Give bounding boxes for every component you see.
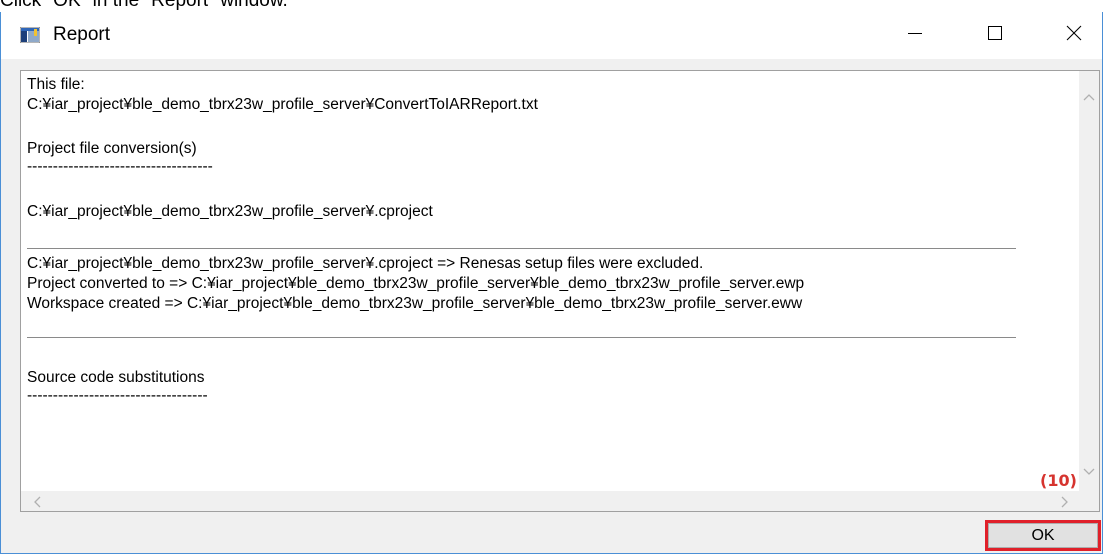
separator-line bbox=[27, 248, 1016, 249]
app-window-icon bbox=[19, 26, 41, 44]
ok-button[interactable]: OK bbox=[988, 523, 1098, 548]
scroll-right-icon[interactable] bbox=[1061, 496, 1069, 512]
instruction-text: Click "OK" in the "Report" window. bbox=[0, 0, 288, 11]
report-line: This file: bbox=[27, 76, 85, 93]
report-content: This file: C:¥iar_project¥ble_demo_tbrx2… bbox=[21, 71, 1079, 491]
window-title: Report bbox=[53, 24, 111, 45]
report-textbox[interactable]: This file: C:¥iar_project¥ble_demo_tbrx2… bbox=[20, 70, 1100, 512]
report-line: C:¥iar_project¥ble_demo_tbrx23w_profile_… bbox=[27, 255, 704, 272]
report-line: ----------------------------------- bbox=[27, 387, 208, 404]
report-line: Project converted to => C:¥iar_project¥b… bbox=[27, 275, 805, 292]
report-window: Report This file: C:¥iar_project¥ble_dem… bbox=[0, 12, 1103, 554]
close-button[interactable] bbox=[1051, 12, 1097, 59]
report-line: Project file conversion(s) bbox=[27, 140, 197, 157]
scroll-down-icon[interactable] bbox=[1083, 466, 1095, 480]
scroll-up-icon[interactable] bbox=[1083, 91, 1095, 105]
separator-line bbox=[27, 337, 1016, 338]
report-line: Workspace created => C:¥iar_project¥ble_… bbox=[27, 295, 803, 312]
scroll-left-icon[interactable] bbox=[33, 496, 41, 512]
report-line: C:¥iar_project¥ble_demo_tbrx23w_profile_… bbox=[27, 203, 433, 220]
horizontal-scrollbar[interactable] bbox=[21, 491, 1079, 511]
close-icon bbox=[1066, 25, 1082, 46]
report-line: C:¥iar_project¥ble_demo_tbrx23w_profile_… bbox=[27, 96, 538, 113]
vertical-scrollbar[interactable] bbox=[1079, 71, 1099, 491]
report-line: Source code substitutions bbox=[27, 369, 205, 386]
maximize-icon bbox=[987, 25, 1003, 46]
title-bar: Report bbox=[1, 12, 1102, 59]
maximize-button[interactable] bbox=[972, 12, 1018, 59]
minimize-icon bbox=[907, 25, 923, 46]
report-line: ------------------------------------ bbox=[27, 158, 213, 175]
minimize-button[interactable] bbox=[892, 12, 938, 59]
step-annotation: (10) bbox=[1040, 471, 1077, 490]
scroll-corner bbox=[1079, 491, 1099, 511]
